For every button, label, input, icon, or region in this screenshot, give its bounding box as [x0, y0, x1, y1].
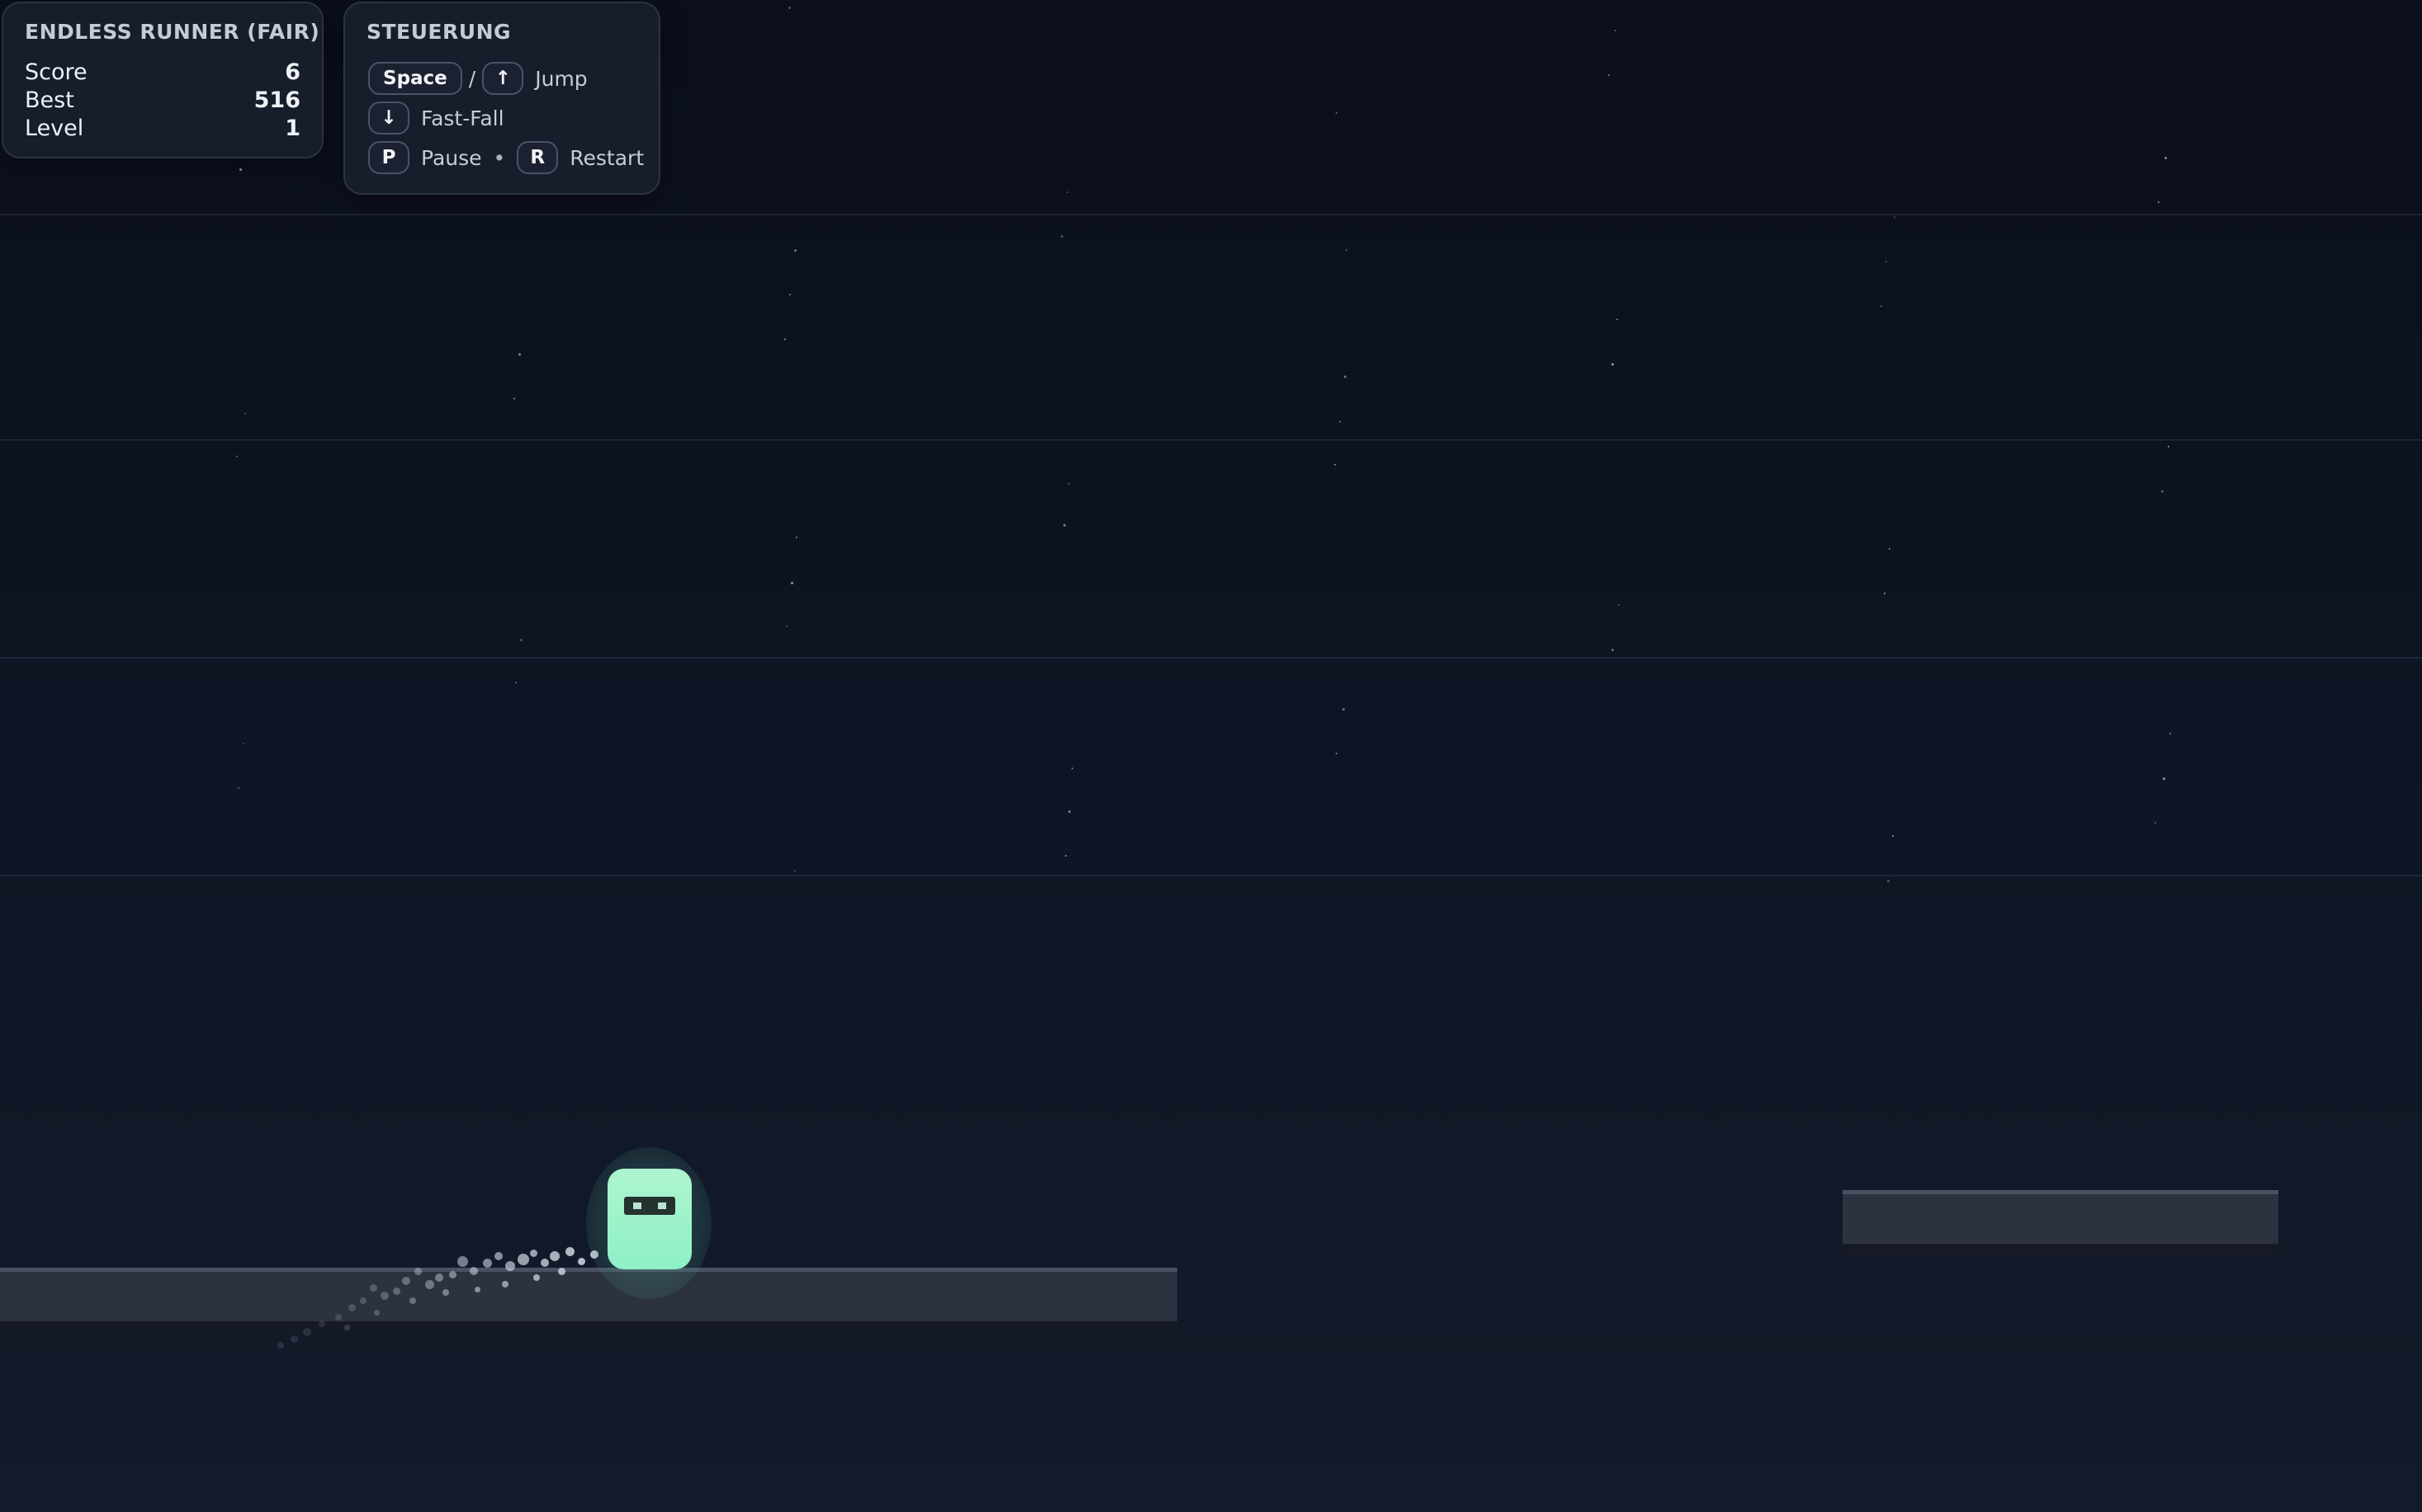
dust-particle: [343, 1324, 350, 1330]
dust-particle: [303, 1328, 311, 1336]
dust-particle: [369, 1283, 377, 1292]
controls-panel: STEUERUNG Space / ↑ Jump ↓ Fast-Fall P P…: [343, 2, 660, 195]
dust-particle: [456, 1255, 468, 1267]
stat-label: Score: [25, 59, 88, 85]
dust-particle: [541, 1259, 549, 1267]
dust-particle: [348, 1303, 356, 1311]
controls-title: STEUERUNG: [367, 20, 512, 44]
stats-panel: ENDLESS RUNNER (FAIR) Score 6 Best 516 L…: [2, 2, 324, 158]
player-eye-left: [633, 1203, 641, 1209]
dust-trail: [0, 0, 2422, 1512]
dust-particle: [414, 1267, 422, 1275]
dust-particle: [335, 1314, 342, 1321]
dust-particle: [482, 1258, 492, 1268]
dust-particle: [277, 1342, 284, 1349]
game-canvas[interactable]: ENDLESS RUNNER (FAIR) Score 6 Best 516 L…: [0, 0, 2422, 1512]
dust-particle: [529, 1249, 537, 1257]
dust-particle: [424, 1279, 434, 1289]
key-space: Space: [368, 62, 462, 95]
dot-separator: •: [493, 145, 506, 170]
key-r: R: [517, 141, 559, 174]
player-visor: [624, 1197, 675, 1215]
control-row-pause-restart: P Pause • R Restart: [368, 139, 644, 177]
stat-score: Score 6: [25, 59, 300, 87]
dust-particle: [448, 1270, 456, 1278]
fastfall-label: Fast-Fall: [421, 106, 504, 130]
control-row-jump: Space / ↑ Jump: [368, 59, 588, 97]
control-row-fastfall: ↓ Fast-Fall: [368, 99, 504, 137]
dust-particle: [392, 1287, 400, 1295]
dust-particle: [409, 1297, 416, 1304]
dust-particle: [550, 1251, 560, 1261]
dust-particle: [577, 1257, 585, 1265]
arrow-down-icon: ↓: [368, 102, 409, 135]
dust-particle: [290, 1335, 298, 1343]
dust-particle: [505, 1261, 515, 1271]
slash-separator: /: [468, 66, 476, 91]
dust-particle: [381, 1292, 389, 1300]
dust-particle: [435, 1273, 443, 1282]
key-p: P: [368, 141, 409, 174]
dust-particle: [470, 1267, 478, 1275]
dust-particle: [502, 1281, 509, 1288]
stat-level: Level 1: [25, 116, 300, 144]
arrow-up-icon: ↑: [482, 62, 524, 95]
stat-value: 1: [285, 116, 300, 141]
dust-particle: [360, 1297, 367, 1304]
dust-particle: [442, 1289, 449, 1296]
player-character: [608, 1169, 692, 1269]
dust-particle: [474, 1286, 480, 1292]
restart-label: Restart: [570, 145, 645, 170]
dust-particle: [373, 1309, 380, 1316]
dust-particle: [518, 1254, 529, 1265]
dust-particle: [319, 1321, 325, 1327]
game-title: ENDLESS RUNNER (FAIR): [25, 20, 320, 44]
stat-label: Best: [25, 87, 74, 113]
player-eye-right: [658, 1203, 666, 1209]
stat-value: 6: [285, 59, 300, 85]
jump-label: Jump: [535, 66, 588, 91]
stat-best: Best 516: [25, 87, 300, 116]
dust-particle: [494, 1252, 503, 1260]
stat-value: 516: [253, 87, 300, 113]
dust-particle: [533, 1274, 540, 1281]
dust-particle: [557, 1267, 565, 1275]
pause-label: Pause: [421, 145, 482, 170]
dust-particle: [565, 1246, 575, 1256]
stat-label: Level: [25, 116, 84, 141]
dust-particle: [402, 1277, 410, 1285]
